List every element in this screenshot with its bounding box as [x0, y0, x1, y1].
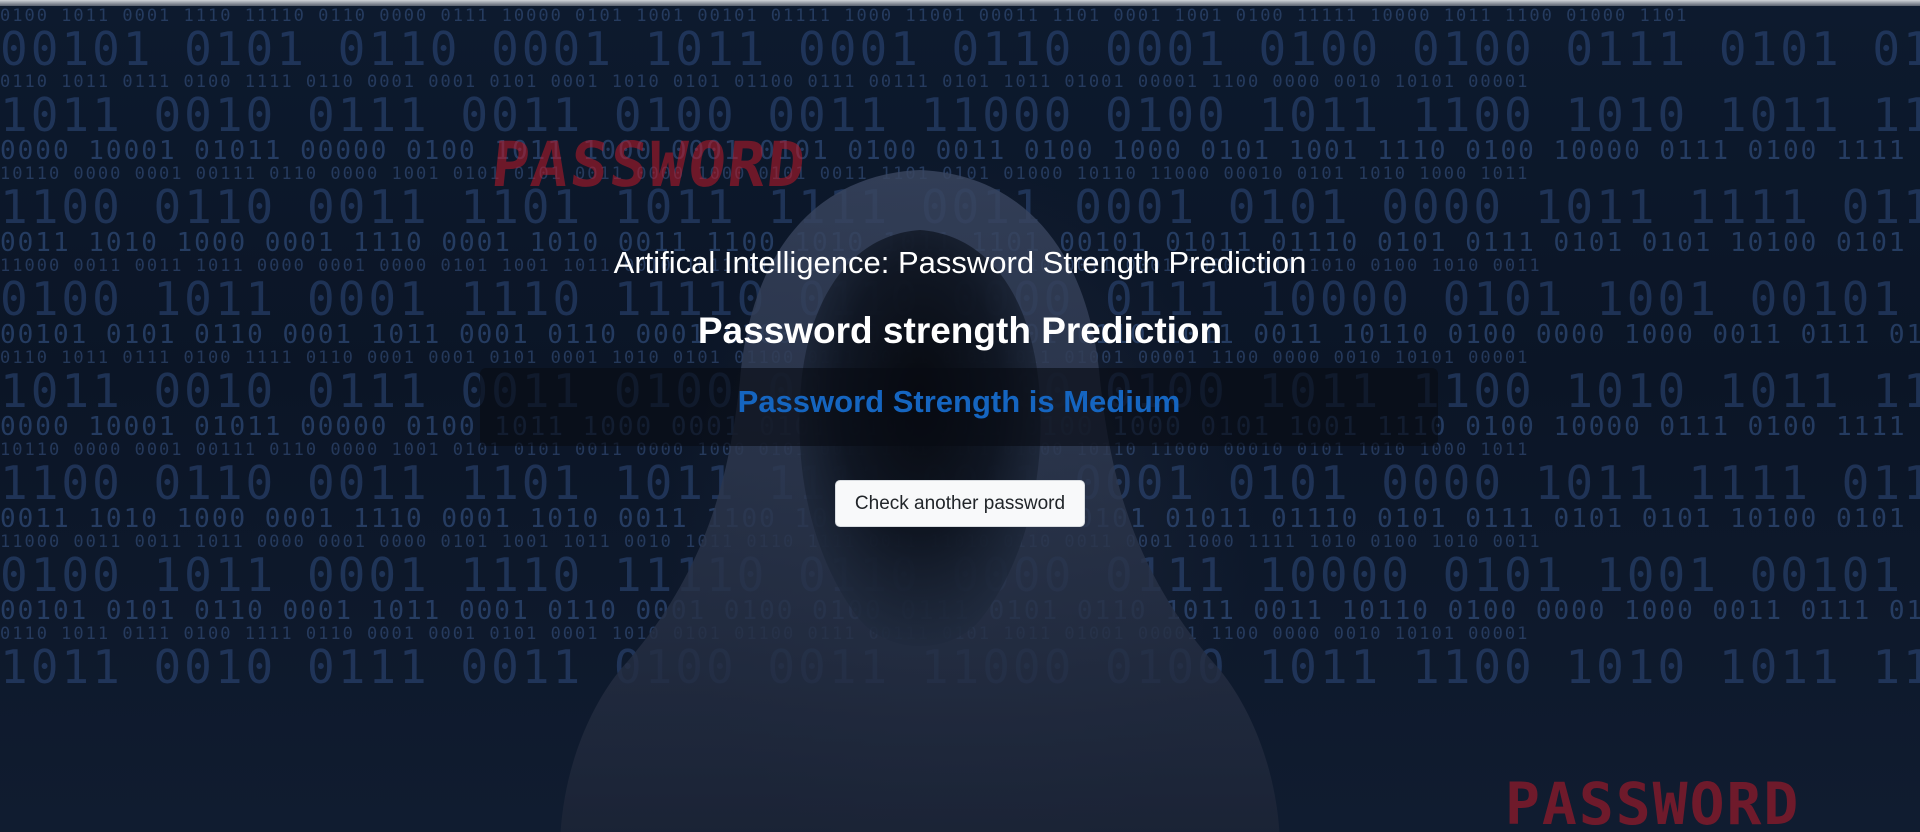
page-background: 0100 1011 0001 1110 11110 0110 0000 0111… — [0, 0, 1920, 832]
site-title: Artifical Intelligence: Password Strengt… — [613, 245, 1307, 280]
main-content: Artifical Intelligence: Password Strengt… — [0, 0, 1920, 832]
page-heading: Password strength Prediction — [697, 310, 1223, 351]
check-another-password-button[interactable]: Check another password — [835, 480, 1085, 527]
result-panel: Password Strength is Medium — [480, 368, 1438, 446]
password-strength-result: Password Strength is Medium — [737, 384, 1181, 419]
